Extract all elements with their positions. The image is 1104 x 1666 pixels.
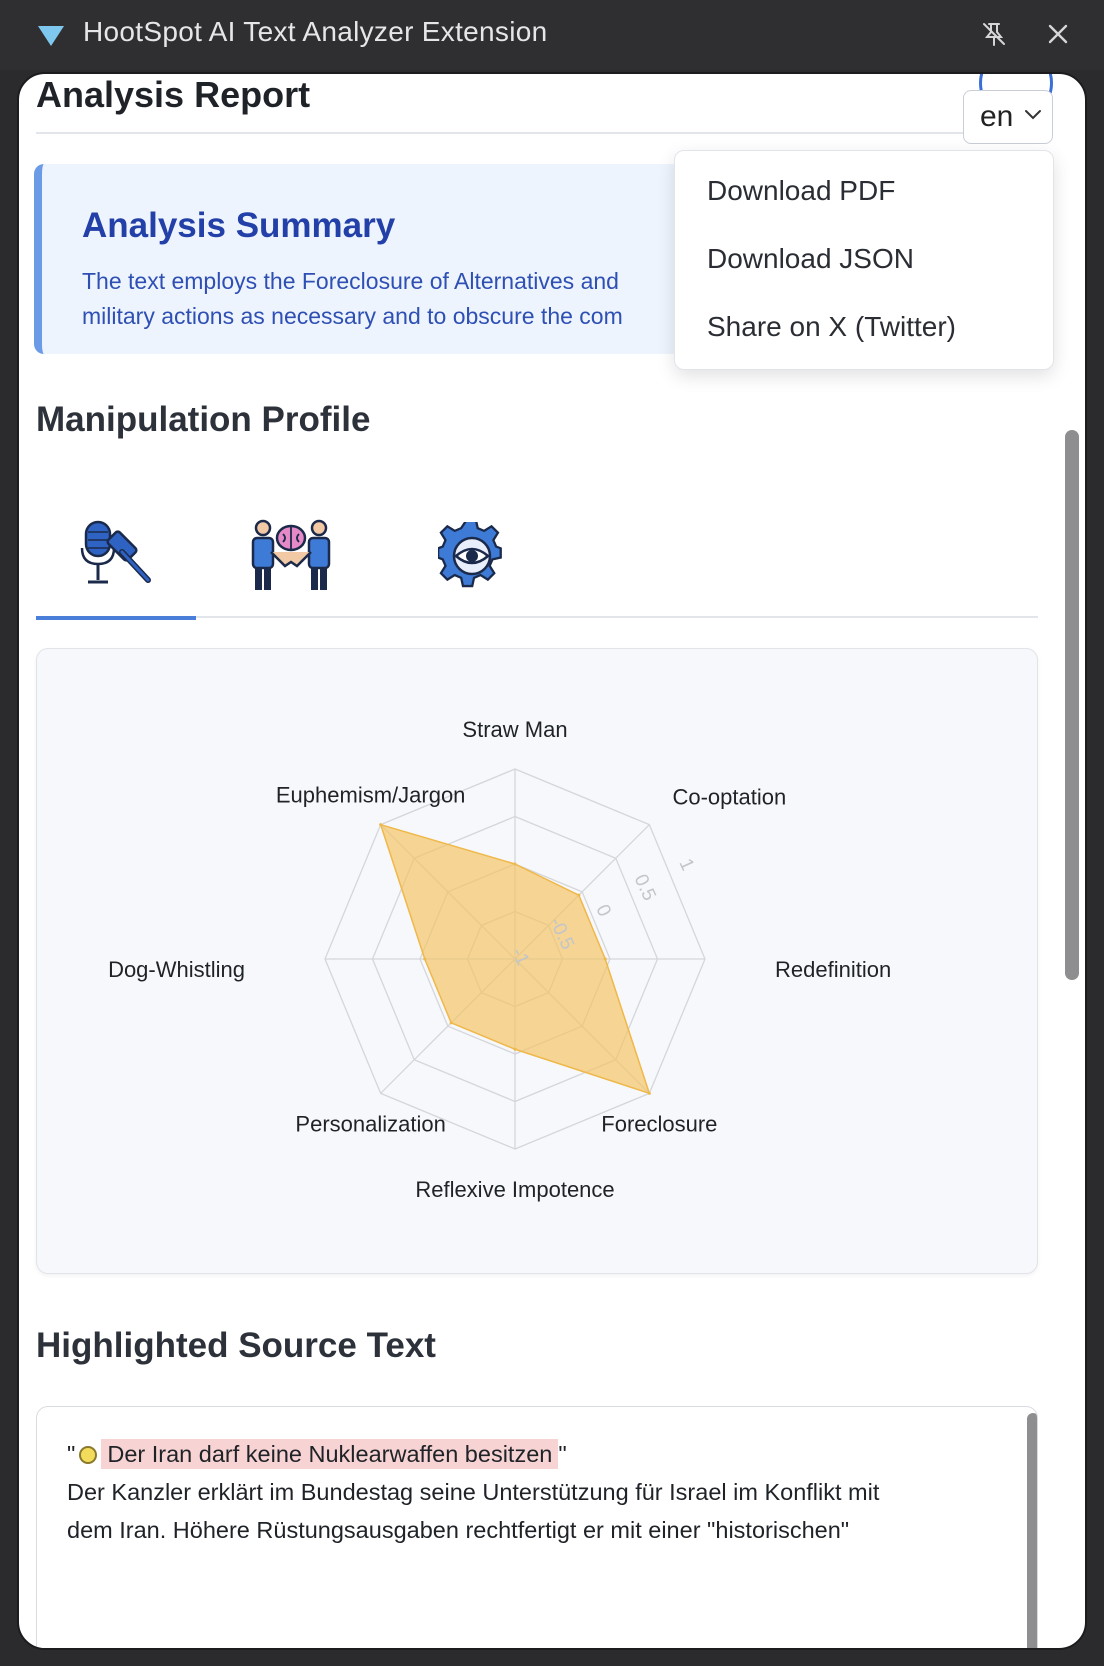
radar-tick-label: 0.5 <box>630 871 660 904</box>
tab-perception[interactable] <box>392 494 552 618</box>
radar-data-point <box>647 1091 651 1095</box>
analysis-summary: Analysis Summary The text employs the Fo… <box>34 164 714 354</box>
annotation-dot-icon[interactable] <box>79 1446 98 1464</box>
radar-data-point <box>449 1021 453 1025</box>
source-line-3: dem Iran. Höhere Rüstungsausgaben rechtf… <box>67 1517 850 1543</box>
export-menu: Download PDF Download JSON Share on X (T… <box>674 150 1054 370</box>
header-divider <box>36 132 1038 134</box>
radar-data-point <box>603 957 607 961</box>
radar-category-label: Co-optation <box>672 785 786 810</box>
radar-category-label: Foreclosure <box>601 1111 717 1136</box>
radar-data-point <box>423 957 427 961</box>
radar-category-label: Straw Man <box>462 717 567 742</box>
radar-data-point <box>513 862 517 866</box>
handshake-brain-icon <box>251 519 331 590</box>
quote-open: " <box>67 1441 76 1467</box>
source-line-2: Der Kanzler erklärt im Bundestag seine U… <box>67 1479 880 1505</box>
source-title: Highlighted Source Text <box>36 1326 436 1365</box>
radar-data-point <box>379 823 383 827</box>
unpin-button[interactable] <box>978 18 1010 50</box>
source-text-card: " Der Iran darf keine Nuklearwaffen besit… <box>36 1406 1038 1648</box>
highlighted-phrase[interactable]: Der Iran darf keine Nuklearwaffen besitz… <box>101 1439 559 1469</box>
summary-line-2: military actions as necessary and to obs… <box>82 303 623 329</box>
tab-rhetoric[interactable] <box>36 494 196 620</box>
source-line-1: " Der Iran darf keine Nuklearwaffen besit… <box>67 1439 567 1469</box>
radar-category-label: Reflexive Impotence <box>415 1177 614 1202</box>
summary-text: The text employs the Foreclosure of Alte… <box>82 264 722 334</box>
window-title: HootSpot AI Text Analyzer Extension <box>83 16 548 47</box>
title-bar: HootSpot AI Text Analyzer Extension <box>0 0 1104 70</box>
radar-category-label: Redefinition <box>775 957 891 982</box>
summary-line-1: The text employs the Foreclosure of Alte… <box>82 268 619 294</box>
radar-data-point <box>577 893 581 897</box>
gear-eye-icon <box>438 522 502 588</box>
language-value: en <box>980 100 1014 133</box>
gavel-microphone-icon <box>80 520 151 584</box>
radar-category-label: Euphemism/Jargon <box>276 783 466 808</box>
radar-chart-card: -1 -0.5 0 0.5 1 Straw Man Co-optation Redefinit… <box>36 648 1038 1274</box>
radar-tick-label: 1 <box>674 855 698 873</box>
language-select[interactable]: en <box>963 90 1053 144</box>
radar-tick-label: 0 <box>591 901 615 919</box>
close-icon <box>1048 24 1068 44</box>
source-scrollbar[interactable] <box>1027 1413 1037 1648</box>
profile-title: Manipulation Profile <box>36 400 371 439</box>
report-panel: Analysis Report en Analysis Summary The … <box>17 72 1087 1650</box>
menu-item-download-pdf[interactable]: Download PDF <box>707 175 895 207</box>
radar-chart: -1-0.500.51Straw ManCo-optationRedefinit… <box>108 717 891 1202</box>
app-logo-icon <box>38 26 64 46</box>
pin-off-icon <box>983 23 1005 46</box>
close-button[interactable] <box>1042 18 1074 50</box>
report-title: Analysis Report <box>36 74 311 115</box>
radar-category-label: Dog-Whistling <box>108 957 245 982</box>
quote-close: " <box>558 1441 567 1467</box>
menu-item-download-json[interactable]: Download JSON <box>707 243 914 275</box>
tab-manipulation[interactable] <box>211 494 371 618</box>
radar-data-point <box>513 1047 517 1051</box>
chevron-down-icon <box>1025 110 1041 120</box>
summary-title: Analysis Summary <box>82 206 396 245</box>
panel-scrollbar[interactable] <box>1065 430 1079 980</box>
menu-item-share-twitter[interactable]: Share on X (Twitter) <box>707 311 956 343</box>
radar-category-label: Personalization <box>295 1111 445 1136</box>
profile-tabs <box>36 494 1038 620</box>
